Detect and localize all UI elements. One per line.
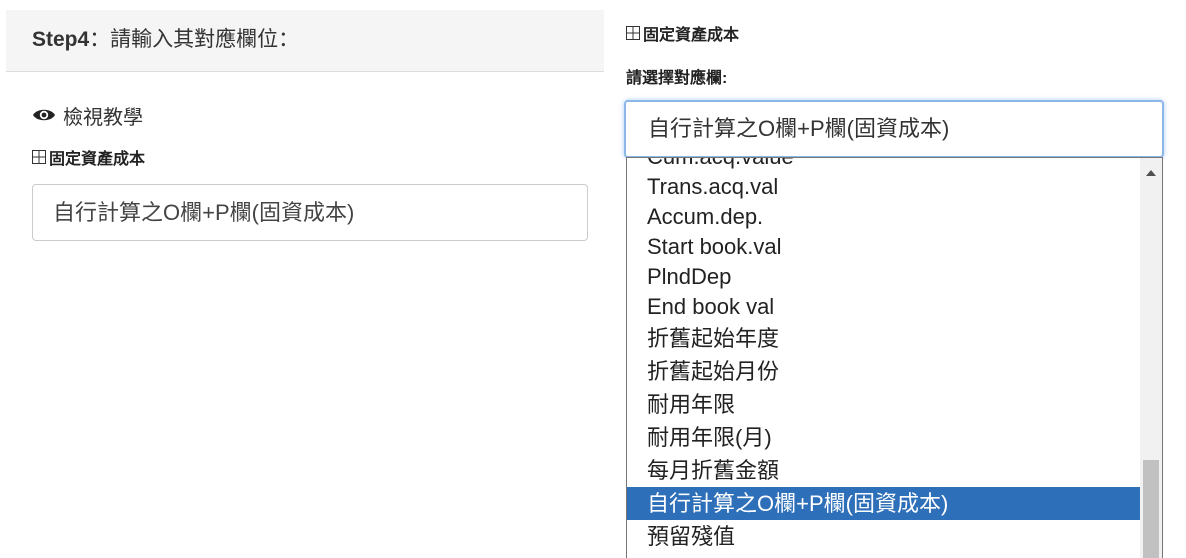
dropdown-option[interactable]: 耐用年限 — [627, 388, 1141, 421]
dropdown-option[interactable]: 折舊起始年度 — [627, 322, 1141, 355]
dropdown-option[interactable]: Accum.dep. — [627, 202, 1141, 232]
column-select[interactable]: 自行計算之O欄+P欄(固資成本) — [624, 100, 1164, 158]
view-tutorial-label: 檢視教學 — [63, 106, 143, 129]
dropdown-option[interactable]: 自行計算之O欄+P欄(固資成本) — [627, 487, 1141, 520]
dropdown-option[interactable]: Cum.acq.value — [627, 158, 1141, 172]
column-dropdown-list[interactable]: Cum.acq.valueTrans.acq.valAccum.dep.Star… — [626, 157, 1163, 558]
dropdown-option[interactable]: PlndDep — [627, 262, 1141, 292]
right-field-label-text: 固定資產成本 — [643, 27, 740, 44]
step-title: ：請輸入其對應欄位： — [89, 28, 300, 51]
right-fixed-asset-cost-label: 固定資產成本 — [626, 22, 739, 44]
dropdown-option[interactable]: Start book.val — [627, 232, 1141, 262]
step-header: Step4：請輸入其對應欄位： — [6, 10, 604, 72]
eye-icon — [32, 106, 56, 124]
dropdown-option[interactable]: 預留殘值 — [627, 520, 1141, 553]
step-number: Step4 — [32, 28, 90, 51]
dropdown-option[interactable]: 每月折舊金額 — [627, 454, 1141, 487]
options-viewport: Cum.acq.valueTrans.acq.valAccum.dep.Star… — [627, 158, 1141, 558]
dropdown-option[interactable]: Trans.acq.val — [627, 172, 1141, 202]
fixed-asset-cost-value: 自行計算之O欄+P欄(固資成本) — [32, 184, 588, 241]
dropdown-scrollbar[interactable] — [1140, 158, 1162, 558]
fixed-asset-cost-label: 固定資產成本 — [32, 146, 145, 168]
dropdown-option[interactable]: End book val — [627, 292, 1141, 322]
dropdown-option[interactable]: 耐用年限(月) — [627, 421, 1141, 454]
chevron-up-icon[interactable] — [1146, 170, 1156, 176]
left-panel: Step4：請輸入其對應欄位： 檢視教學 固定資產成本 自行計算之O欄+P欄(固… — [6, 0, 604, 558]
scroll-thumb[interactable] — [1143, 460, 1159, 558]
dropdown-option[interactable]: 折舊起始月份 — [627, 355, 1141, 388]
table-icon — [626, 26, 640, 40]
options-list: Cum.acq.valueTrans.acq.valAccum.dep.Star… — [627, 158, 1141, 553]
select-prompt: 請選擇對應欄: — [626, 70, 728, 87]
field-label-text: 固定資產成本 — [49, 151, 146, 168]
table-icon — [32, 150, 46, 164]
view-tutorial-link[interactable]: 檢視教學 — [32, 100, 143, 130]
